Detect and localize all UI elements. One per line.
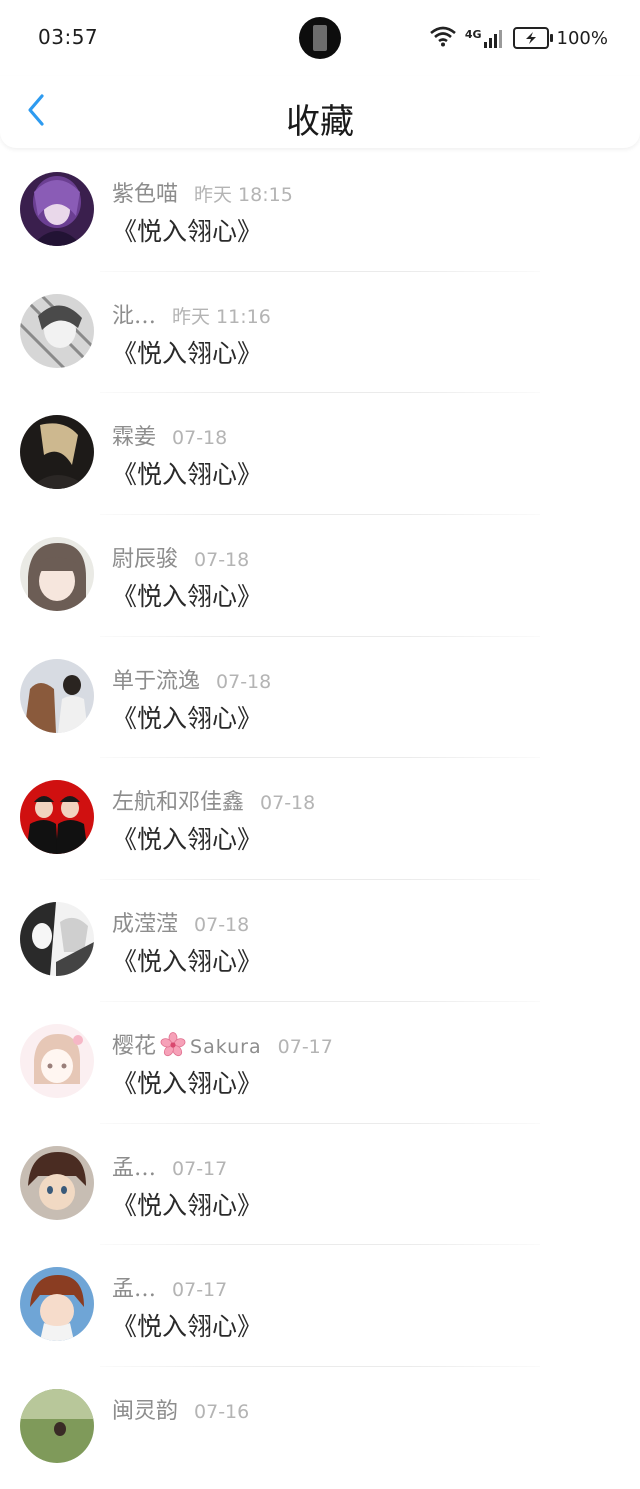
item-meta: 沘… 昨天 11:16: [112, 298, 271, 330]
avatar[interactable]: [20, 415, 94, 490]
author-name[interactable]: 左航和邓佳鑫: [112, 784, 244, 816]
list-item[interactable]: 孟… 07-17 《悦入翎心》: [0, 1124, 640, 1246]
timestamp: 昨天 11:16: [172, 305, 271, 328]
timestamp: 07-18: [260, 792, 316, 815]
avatar[interactable]: [20, 1267, 94, 1342]
item-meta: 单于流逸 07-18: [112, 663, 271, 695]
book-title[interactable]: 《悦入翎心》: [112, 455, 262, 491]
author-name[interactable]: 尉辰骏: [112, 541, 178, 573]
item-meta: 孟… 07-17: [112, 1271, 227, 1303]
author-name[interactable]: 闽灵韵: [112, 1393, 178, 1425]
list-item[interactable]: 霖姜 07-18 《悦入翎心》: [0, 393, 640, 516]
favorites-list: 紫色喵 昨天 18:15 《悦入翎心》 沘… 昨天 11:16 《悦入翎心》 霖…: [0, 150, 640, 1489]
author-name[interactable]: 霖姜: [112, 419, 156, 451]
timestamp: 07-18: [194, 914, 250, 937]
author-name-text: 樱花: [112, 1033, 157, 1059]
avatar[interactable]: [20, 658, 94, 733]
book-title[interactable]: 《悦入翎心》: [112, 1186, 262, 1222]
avatar[interactable]: [20, 1145, 94, 1220]
item-meta: 闽灵韵 07-16: [112, 1393, 249, 1425]
book-title[interactable]: 《悦入翎心》: [112, 699, 262, 735]
list-item[interactable]: 沘… 昨天 11:16 《悦入翎心》: [0, 272, 640, 394]
avatar[interactable]: [20, 537, 94, 612]
list-item[interactable]: 樱花 Sakura 07-17 《悦入翎心》: [0, 1002, 640, 1124]
list-item[interactable]: 左航和邓佳鑫 07-18 《悦入翎心》: [0, 758, 640, 881]
status-bar: 03:57 4G 100%: [0, 0, 640, 76]
timestamp: 昨天 18:15: [194, 184, 293, 206]
camera-cutout: [299, 17, 341, 59]
book-title[interactable]: 《悦入翎心》: [112, 1307, 262, 1343]
timestamp: 07-16: [194, 1400, 250, 1423]
item-meta: 霖姜 07-18: [112, 419, 227, 451]
top-nav-bar: 收藏: [0, 76, 640, 148]
book-title[interactable]: 《悦入翎心》: [112, 334, 262, 370]
book-title[interactable]: 《悦入翎心》: [112, 212, 262, 248]
item-meta: 成滢滢 07-18: [112, 906, 249, 938]
avatar[interactable]: [20, 780, 94, 855]
signal-icon: 4G: [465, 28, 505, 48]
avatar[interactable]: [20, 172, 94, 246]
list-item[interactable]: 紫色喵 昨天 18:15 《悦入翎心》: [0, 150, 640, 272]
author-name[interactable]: 成滢滢: [112, 906, 178, 938]
status-icons: 4G 100%: [429, 24, 608, 52]
author-name[interactable]: 孟…: [112, 1150, 156, 1182]
book-title[interactable]: 《悦入翎心》: [112, 1064, 262, 1100]
page-title: 收藏: [286, 102, 354, 142]
author-name-suffix: Sakura: [190, 1035, 262, 1058]
book-title[interactable]: 《悦入翎心》: [112, 577, 262, 613]
author-name[interactable]: 孟…: [112, 1271, 156, 1303]
avatar[interactable]: [20, 902, 94, 977]
book-title[interactable]: 《悦入翎心》: [112, 942, 262, 978]
timestamp: 07-18: [194, 549, 250, 572]
cherry-blossom-icon: [160, 1031, 186, 1058]
item-meta: 樱花 Sakura 07-17: [112, 1028, 333, 1060]
timestamp: 07-18: [172, 427, 228, 450]
author-name[interactable]: 单于流逸: [112, 663, 200, 695]
status-time: 03:57: [38, 25, 99, 49]
item-meta: 紫色喵 昨天 18:15: [112, 176, 293, 208]
network-type: 4G: [464, 28, 482, 41]
battery-percentage: 100%: [556, 27, 608, 49]
item-meta: 孟… 07-17: [112, 1150, 227, 1182]
list-item[interactable]: 尉辰骏 07-18 《悦入翎心》: [0, 515, 640, 637]
item-meta: 左航和邓佳鑫 07-18: [112, 784, 315, 816]
wifi-icon: [429, 25, 457, 51]
avatar[interactable]: [20, 293, 94, 368]
timestamp: 07-17: [172, 1279, 228, 1302]
battery-charging-icon: [512, 27, 553, 49]
timestamp: 07-17: [277, 1035, 333, 1058]
avatar[interactable]: [20, 1388, 94, 1463]
author-name[interactable]: 紫色喵: [112, 176, 178, 208]
timestamp: 07-17: [172, 1157, 228, 1180]
list-item[interactable]: 闽灵韵 07-16: [0, 1367, 640, 1489]
list-item[interactable]: 单于流逸 07-18 《悦入翎心》: [0, 637, 640, 759]
book-title[interactable]: 《悦入翎心》: [112, 820, 262, 856]
avatar[interactable]: [20, 1023, 94, 1098]
timestamp: 07-18: [216, 670, 272, 693]
list-item[interactable]: 成滢滢 07-18 《悦入翎心》: [0, 880, 640, 1002]
author-name[interactable]: 樱花 Sakura: [112, 1028, 262, 1060]
author-name[interactable]: 沘…: [112, 298, 156, 330]
list-item[interactable]: 孟… 07-17 《悦入翎心》: [0, 1245, 640, 1367]
item-meta: 尉辰骏 07-18: [112, 541, 249, 573]
